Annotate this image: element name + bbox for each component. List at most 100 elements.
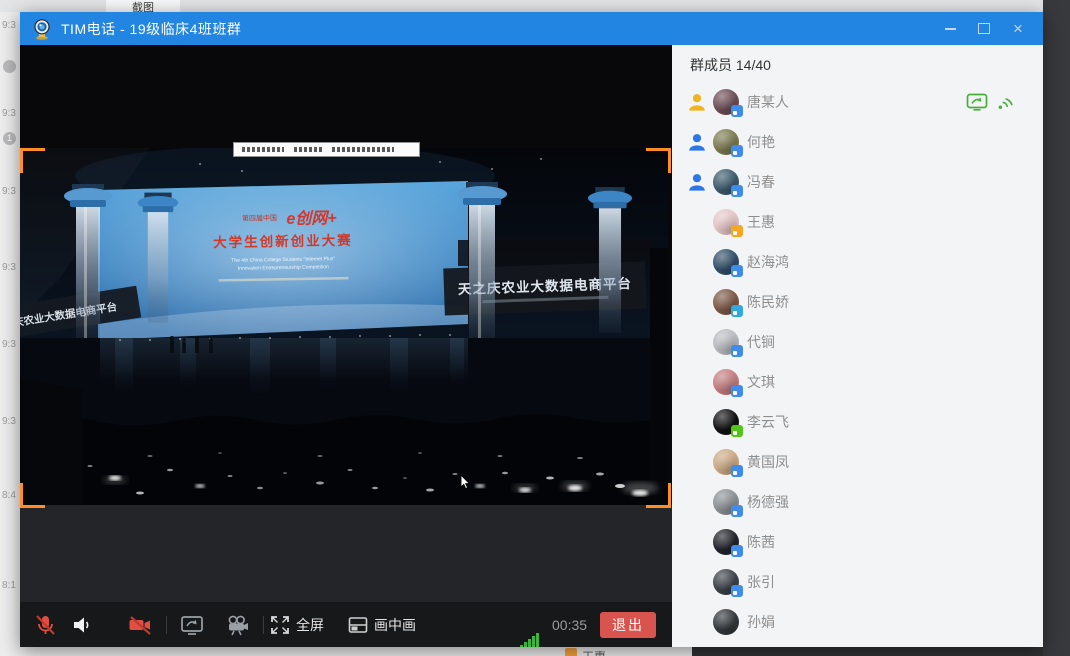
device-badge	[731, 385, 743, 397]
member-name: 赵海鸿	[747, 252, 789, 272]
avatar	[713, 449, 739, 475]
exit-button[interactable]: 退出	[600, 612, 656, 638]
capture-corner-marker	[646, 148, 671, 173]
avatar	[713, 369, 739, 395]
background-window-bottom: 王惠	[20, 647, 692, 656]
member-count-header: 群成员 14/40	[672, 45, 1043, 75]
device-badge	[731, 465, 743, 477]
member-row[interactable]: 代锏	[672, 322, 1043, 362]
background-chat-fragment: 王惠	[565, 648, 606, 656]
avatar	[713, 169, 739, 195]
background-timestamp: 9:3	[2, 262, 16, 273]
avatar	[713, 329, 739, 355]
background-tab-screenshot: 截图	[106, 0, 180, 12]
background-timestamp: 9:3	[2, 339, 16, 350]
device-badge	[731, 145, 743, 157]
avatar	[713, 89, 739, 115]
pip-button[interactable]: 画中画	[348, 602, 416, 647]
member-speaking-icon	[997, 94, 1013, 111]
video-caption-overlay	[233, 142, 420, 157]
member-name: 冯春	[747, 172, 775, 192]
unread-badge	[3, 60, 16, 73]
member-name: 陈民娇	[747, 292, 789, 312]
call-timer: 00:35	[552, 602, 587, 647]
video-letterbox	[20, 505, 672, 601]
window-title: TIM电话 - 19级临床4班班群	[61, 19, 241, 39]
pip-label: 画中画	[374, 615, 416, 635]
unread-badge: 1	[3, 132, 16, 145]
member-name: 杨德强	[747, 492, 789, 512]
avatar	[713, 209, 739, 235]
avatar	[713, 609, 739, 635]
member-row[interactable]: 何艳	[672, 122, 1043, 162]
device-badge	[731, 585, 743, 597]
avatar	[713, 249, 739, 275]
capture-corner-marker	[20, 483, 45, 508]
device-badge	[731, 265, 743, 277]
device-badge	[731, 305, 743, 317]
background-timestamp: 8:1	[2, 580, 16, 591]
member-name: 孙娟	[747, 612, 775, 632]
device-badge	[731, 425, 743, 437]
avatar	[713, 529, 739, 555]
member-row[interactable]: 唐某人	[672, 82, 1043, 122]
member-panel: 群成员 14/40 唐某人	[672, 45, 1043, 647]
member-row[interactable]: 赵海鸿	[672, 242, 1043, 282]
minimize-button[interactable]	[933, 12, 967, 45]
member-role-icon	[687, 132, 707, 152]
member-list[interactable]: 唐某人 何艳	[672, 82, 1043, 647]
capture-corner-marker	[20, 148, 45, 173]
member-name: 黄国凤	[747, 452, 789, 472]
fullscreen-button[interactable]: 全屏	[270, 602, 324, 647]
background-timestamp: 9:3	[2, 416, 16, 427]
member-name: 陈茜	[747, 532, 775, 552]
device-badge	[731, 545, 743, 557]
stage-video-frame: 第四届中国 e创网+ 大学生创新创业大赛 The 4th China Colle…	[20, 148, 668, 505]
mic-muted-button[interactable]	[28, 602, 62, 647]
background-timestamp: 9:3	[2, 20, 16, 31]
member-name: 文琪	[747, 372, 775, 392]
chat-avatar-icon	[565, 648, 577, 656]
speaker-button[interactable]	[64, 602, 98, 647]
member-name: 李云飞	[747, 412, 789, 432]
presenter-button[interactable]	[220, 602, 254, 647]
member-name: 何艳	[747, 132, 775, 152]
device-badge	[731, 105, 743, 117]
member-name: 张引	[747, 572, 775, 592]
device-badge	[731, 225, 743, 237]
member-name: 代锏	[747, 332, 775, 352]
tim-call-window: TIM电话 - 19级临床4班班群 ×	[20, 12, 1043, 647]
member-row[interactable]: 张引	[672, 562, 1043, 602]
fullscreen-label: 全屏	[296, 615, 324, 635]
member-role-icon	[687, 92, 707, 112]
call-toolbar: 全屏 画中画 00:35 退出	[20, 601, 672, 647]
avatar	[713, 289, 739, 315]
member-name: 王惠	[747, 212, 775, 232]
device-badge	[731, 505, 743, 517]
device-badge	[731, 185, 743, 197]
mouse-cursor	[460, 475, 472, 496]
member-role-icon	[687, 172, 707, 192]
member-row[interactable]: 李云飞	[672, 402, 1043, 442]
svg-text:e创网+: e创网+	[286, 209, 337, 228]
device-badge	[731, 345, 743, 357]
member-row[interactable]: 文琪	[672, 362, 1043, 402]
member-row[interactable]: 冯春	[672, 162, 1043, 202]
close-button[interactable]: ×	[1001, 12, 1035, 45]
member-row[interactable]: 陈茜	[672, 522, 1043, 562]
titlebar[interactable]: TIM电话 - 19级临床4班班群 ×	[20, 12, 1043, 45]
member-row[interactable]: 王惠	[672, 202, 1043, 242]
maximize-button[interactable]	[967, 12, 1001, 45]
member-row[interactable]: 孙娟	[672, 602, 1043, 642]
member-row[interactable]: 杨德强	[672, 482, 1043, 522]
member-row[interactable]: 陈民娇	[672, 282, 1043, 322]
video-area: 第四届中国 e创网+ 大学生创新创业大赛 The 4th China Colle…	[20, 45, 672, 647]
member-row[interactable]: 黄国凤	[672, 442, 1043, 482]
screen-share-button[interactable]	[175, 602, 209, 647]
camera-off-button[interactable]	[122, 602, 158, 647]
background-chat-strip: 1 9:39:39:39:39:39:38:48:1	[0, 12, 20, 656]
background-window-top: 截图	[0, 0, 1043, 12]
member-status-icons	[966, 82, 1013, 122]
background-timestamp: 8:4	[2, 490, 16, 501]
svg-text:大学生创新创业大赛: 大学生创新创业大赛	[213, 232, 353, 250]
